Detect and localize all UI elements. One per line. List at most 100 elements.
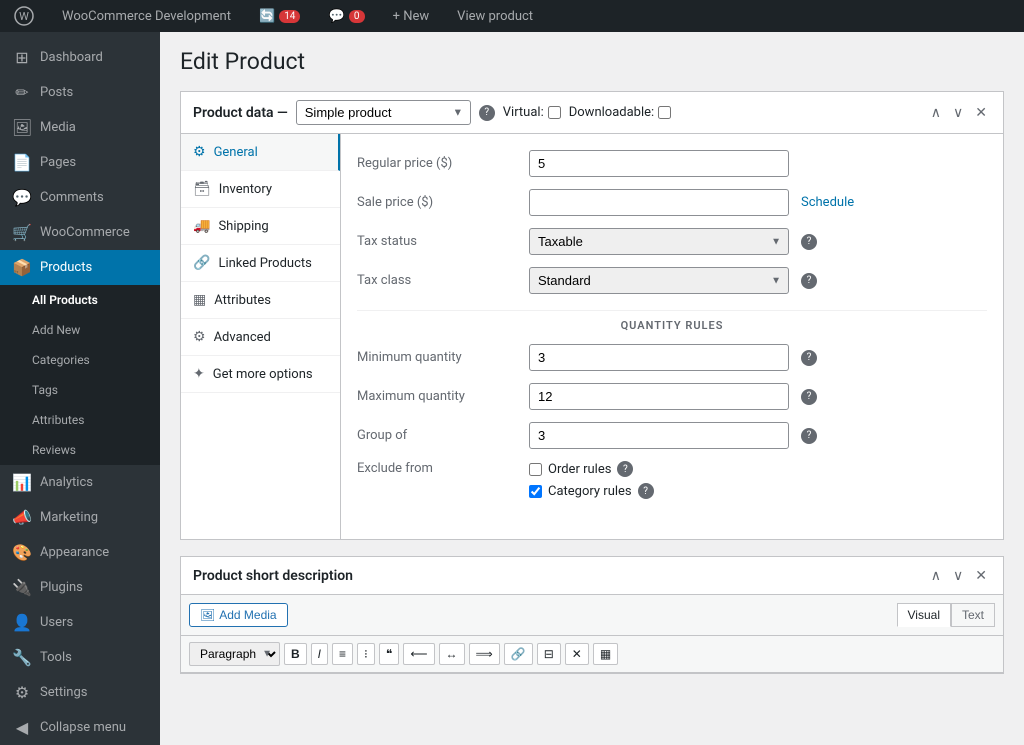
sidebar-item-reviews[interactable]: Reviews xyxy=(0,435,160,465)
align-right-button[interactable]: ⟹ xyxy=(469,643,500,665)
tax-class-help-icon[interactable]: ? xyxy=(801,273,817,289)
bold-button[interactable]: B xyxy=(284,643,307,665)
toggle-button[interactable]: ✕ xyxy=(971,102,991,123)
wp-logo[interactable]: W xyxy=(8,0,40,32)
format-select-wrapper: Paragraph Heading 1 Heading 2 Heading 3 xyxy=(189,642,280,666)
tools-icon: 🔧 xyxy=(12,648,32,667)
sidebar-item-analytics[interactable]: 📊 Analytics xyxy=(0,465,160,500)
min-qty-input[interactable] xyxy=(529,344,789,371)
downloadable-checkbox-group: Downloadable: xyxy=(569,105,671,120)
align-left-button[interactable]: ⟵ xyxy=(403,643,434,665)
sidebar-label-collapse: Collapse menu xyxy=(40,720,126,735)
add-media-button[interactable]: 🖼 Add Media xyxy=(189,603,288,627)
attributes-tab-label: Attributes xyxy=(214,293,271,308)
downloadable-checkbox[interactable] xyxy=(658,106,671,119)
sidebar-item-tags[interactable]: Tags xyxy=(0,375,160,405)
format-select[interactable]: Paragraph Heading 1 Heading 2 Heading 3 xyxy=(189,642,280,666)
tab-shipping[interactable]: 🚚 Shipping xyxy=(181,208,340,245)
svg-text:W: W xyxy=(19,10,29,23)
sidebar-item-settings[interactable]: ⚙ Settings xyxy=(0,675,160,710)
sidebar-item-posts[interactable]: ✏ Posts xyxy=(0,75,160,110)
product-type-select[interactable]: Simple product Variable product Grouped … xyxy=(296,100,471,125)
sidebar-item-dashboard[interactable]: ⊞ Dashboard xyxy=(0,40,160,75)
tab-advanced[interactable]: ⚙ Advanced xyxy=(181,319,340,356)
category-rules-label: Category rules xyxy=(548,484,632,499)
link-button[interactable]: 🔗 xyxy=(504,643,533,665)
product-type-wrapper: Simple product Variable product Grouped … xyxy=(296,100,471,125)
posts-icon: ✏ xyxy=(12,83,32,102)
tax-status-select[interactable]: Taxable Shipping only None xyxy=(529,228,789,255)
updates-item[interactable]: 🔄 14 xyxy=(253,0,306,32)
sidebar-item-appearance[interactable]: 🎨 Appearance xyxy=(0,535,160,570)
sidebar: ⊞ Dashboard ✏ Posts 🖼 Media 📄 Pages 💬 Co… xyxy=(0,32,160,745)
sidebar-item-products[interactable]: 📦 Products xyxy=(0,250,160,285)
attributes-label: Attributes xyxy=(32,413,84,427)
view-product-item[interactable]: View product xyxy=(451,0,539,32)
min-qty-help-icon[interactable]: ? xyxy=(801,350,817,366)
sidebar-item-users[interactable]: 👤 Users xyxy=(0,605,160,640)
max-qty-label: Maximum quantity xyxy=(357,389,517,404)
group-of-help-icon[interactable]: ? xyxy=(801,428,817,444)
sidebar-item-collapse[interactable]: ◀ Collapse menu xyxy=(0,710,160,745)
category-rules-help-icon[interactable]: ? xyxy=(638,483,654,499)
category-rules-checkbox[interactable] xyxy=(529,485,542,498)
tab-attributes[interactable]: ▦ Attributes xyxy=(181,282,340,319)
tab-linked-products[interactable]: 🔗 Linked Products xyxy=(181,245,340,282)
linked-products-tab-icon: 🔗 xyxy=(193,255,210,271)
max-qty-help-icon[interactable]: ? xyxy=(801,389,817,405)
collapse-up-button[interactable]: ∧ xyxy=(927,102,945,123)
text-tab[interactable]: Text xyxy=(951,603,995,627)
sale-price-input[interactable] xyxy=(529,189,789,216)
tax-status-help-icon[interactable]: ? xyxy=(801,234,817,250)
short-desc-down-button[interactable]: ∨ xyxy=(949,565,967,586)
shipping-tab-icon: 🚚 xyxy=(193,218,210,234)
italic-button[interactable]: I xyxy=(311,643,328,665)
editor-header: 🖼 Add Media Visual Text xyxy=(181,595,1003,636)
sidebar-item-media[interactable]: 🖼 Media xyxy=(0,110,160,145)
short-desc-toggle-button[interactable]: ✕ xyxy=(971,565,991,586)
blockquote-button[interactable]: ❝ xyxy=(379,643,399,665)
order-rules-checkbox[interactable] xyxy=(529,463,542,476)
sidebar-item-plugins[interactable]: 🔌 Plugins xyxy=(0,570,160,605)
sidebar-item-add-new[interactable]: Add New xyxy=(0,315,160,345)
max-qty-input[interactable] xyxy=(529,383,789,410)
sidebar-item-all-products[interactable]: All Products xyxy=(0,285,160,315)
site-name[interactable]: WooCommerce Development xyxy=(56,0,237,32)
sidebar-item-categories[interactable]: Categories xyxy=(0,345,160,375)
group-of-input[interactable] xyxy=(529,422,789,449)
visual-tab[interactable]: Visual xyxy=(897,603,951,627)
sidebar-item-comments[interactable]: 💬 Comments xyxy=(0,180,160,215)
order-rules-help-icon[interactable]: ? xyxy=(617,461,633,477)
collapse-down-button[interactable]: ∨ xyxy=(949,102,967,123)
category-rules-row: Category rules ? xyxy=(529,483,654,499)
sidebar-item-marketing[interactable]: 📣 Marketing xyxy=(0,500,160,535)
align-center-button[interactable]: ↔ xyxy=(439,643,465,665)
ul-button[interactable]: ≡ xyxy=(332,643,353,665)
plugins-icon: 🔌 xyxy=(12,578,32,597)
unlink-button[interactable]: ⊟ xyxy=(537,643,561,665)
comments-item[interactable]: 💬 0 xyxy=(322,0,370,32)
regular-price-input[interactable] xyxy=(529,150,789,177)
updates-badge: 14 xyxy=(279,10,300,23)
all-products-label: All Products xyxy=(32,293,98,307)
tax-status-label: Tax status xyxy=(357,234,517,249)
table-button[interactable]: ▦ xyxy=(593,643,618,665)
sale-price-row: Sale price ($) Schedule xyxy=(357,189,987,216)
sidebar-item-pages[interactable]: 📄 Pages xyxy=(0,145,160,180)
short-desc-up-button[interactable]: ∧ xyxy=(927,565,945,586)
new-item[interactable]: + New xyxy=(387,0,436,32)
product-fields: Regular price ($) Sale price ($) Schedul… xyxy=(341,134,1003,539)
sidebar-item-attributes[interactable]: Attributes xyxy=(0,405,160,435)
sidebar-item-tools[interactable]: 🔧 Tools xyxy=(0,640,160,675)
ol-button[interactable]: ⁝ xyxy=(357,643,375,665)
tax-class-select[interactable]: Standard Reduced rate Zero rate xyxy=(529,267,789,294)
sidebar-item-woocommerce[interactable]: 🛒 WooCommerce xyxy=(0,215,160,250)
schedule-link[interactable]: Schedule xyxy=(801,195,854,210)
tab-get-more-options[interactable]: ✦ Get more options xyxy=(181,356,340,393)
fullscreen-button[interactable]: ✕ xyxy=(565,643,589,665)
virtual-checkbox[interactable] xyxy=(548,106,561,119)
tab-inventory[interactable]: 🗃 Inventory xyxy=(181,171,340,208)
product-type-help-icon[interactable]: ? xyxy=(479,105,495,121)
tab-general[interactable]: ⚙ General xyxy=(181,134,340,171)
get-more-options-tab-label: Get more options xyxy=(213,367,313,382)
